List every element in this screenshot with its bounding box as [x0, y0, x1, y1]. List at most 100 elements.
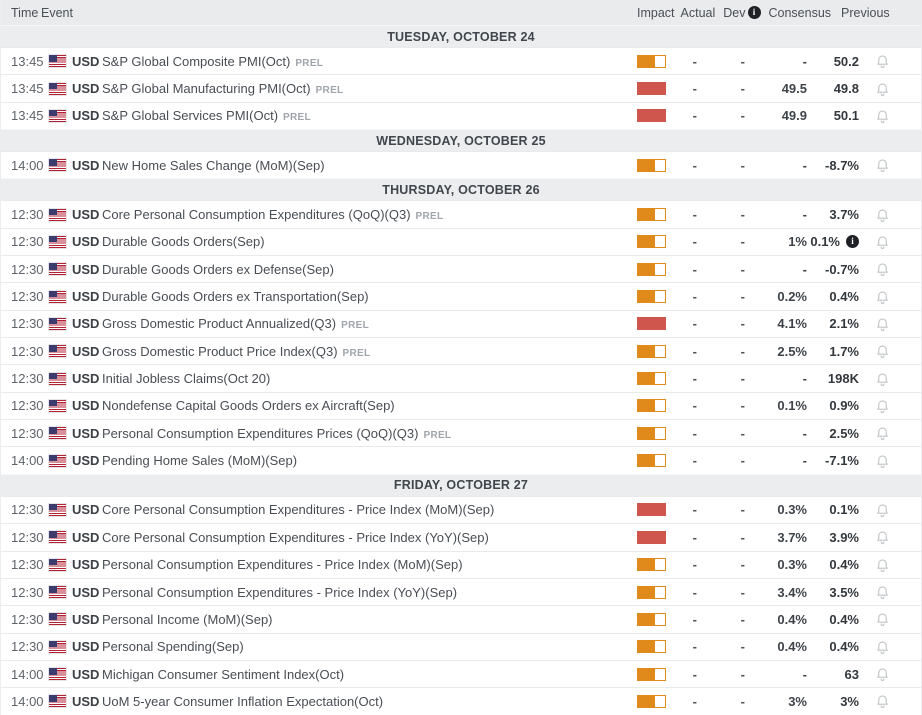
- actual-value: -: [667, 344, 701, 359]
- event-row[interactable]: 13:45 USD S&P Global Manufacturing PMI(O…: [1, 74, 921, 101]
- previous-cell: 50.1: [807, 108, 859, 123]
- consensus-value: 3.7%: [749, 530, 807, 545]
- currency-label: USD: [72, 694, 102, 709]
- notification-bell-button[interactable]: [859, 666, 921, 682]
- notification-bell-button[interactable]: [859, 316, 921, 332]
- actual-value: -: [667, 158, 701, 173]
- event-row[interactable]: 14:00 USD New Home Sales Change (MoM)(Se…: [1, 151, 921, 178]
- notification-bell-button[interactable]: [859, 343, 921, 359]
- notification-bell-button[interactable]: [859, 502, 921, 518]
- notification-bell-button[interactable]: [859, 108, 921, 124]
- notification-bell-button[interactable]: [859, 639, 921, 655]
- notification-bell-button[interactable]: [859, 207, 921, 223]
- impact-cell: [629, 454, 667, 467]
- event-row[interactable]: 12:30 USD Gross Domestic Product Price I…: [1, 337, 921, 364]
- notification-bell-button[interactable]: [859, 693, 921, 709]
- event-row[interactable]: 12:30 USD Durable Goods Orders ex Transp…: [1, 282, 921, 309]
- impact-indicator-medium: [637, 454, 666, 467]
- impact-indicator-high: [637, 503, 666, 516]
- event-title: Durable Goods Orders(Sep): [102, 234, 629, 249]
- us-flag-icon: [49, 613, 66, 625]
- event-row[interactable]: 12:30 USD Core Personal Consumption Expe…: [1, 523, 921, 550]
- notification-bell-button[interactable]: [859, 157, 921, 173]
- prel-tag: PREL: [343, 348, 371, 359]
- bell-icon: [875, 425, 890, 441]
- previous-value: -0.7%: [825, 262, 859, 277]
- event-title-text: S&P Global Manufacturing PMI(Oct): [102, 81, 311, 96]
- consensus-value: -: [749, 667, 807, 682]
- event-row[interactable]: 12:30 USD Personal Spending(Sep) - - 0.4…: [1, 633, 921, 660]
- event-row[interactable]: 13:45 USD S&P Global Services PMI(Oct)PR…: [1, 102, 921, 129]
- notification-bell-button[interactable]: [859, 425, 921, 441]
- row-values: - - 1% 0.1%i: [629, 234, 921, 250]
- event-row[interactable]: 12:30 USD Durable Goods Orders ex Defens…: [1, 255, 921, 282]
- event-row[interactable]: 12:30 USD Gross Domestic Product Annuali…: [1, 310, 921, 337]
- dev-info-icon[interactable]: i: [748, 6, 761, 19]
- row-values: - - 0.3% 0.1%: [629, 502, 921, 518]
- event-row[interactable]: 13:45 USD S&P Global Composite PMI(Oct)P…: [1, 47, 921, 74]
- event-row[interactable]: 12:30 USD Personal Consumption Expenditu…: [1, 578, 921, 605]
- event-time: 12:30: [1, 234, 49, 249]
- event-time: 13:45: [1, 81, 49, 96]
- us-flag-icon: [49, 55, 66, 67]
- event-title-text: Personal Consumption Expenditures Prices…: [102, 426, 418, 441]
- event-row[interactable]: 12:30 USD Initial Jobless Claims(Oct 20)…: [1, 364, 921, 391]
- bell-icon: [875, 371, 890, 387]
- previous-cell: -8.7%: [807, 158, 859, 173]
- notification-bell-button[interactable]: [859, 584, 921, 600]
- row-values: - - 0.1% 0.9%: [629, 398, 921, 414]
- previous-value: 0.9%: [829, 398, 859, 413]
- bell-icon: [875, 343, 890, 359]
- row-values: - - - 2.5%: [629, 425, 921, 441]
- dev-value: -: [701, 502, 749, 517]
- dev-value: -: [701, 585, 749, 600]
- actual-value: -: [667, 694, 701, 709]
- event-row[interactable]: 12:30 USD Durable Goods Orders(Sep) - - …: [1, 228, 921, 255]
- notification-bell-button[interactable]: [859, 234, 921, 250]
- notification-bell-button[interactable]: [859, 398, 921, 414]
- revision-info-icon[interactable]: i: [846, 235, 859, 248]
- event-title: Personal Spending(Sep): [102, 639, 629, 654]
- us-flag-icon: [49, 373, 66, 385]
- notification-bell-button[interactable]: [859, 453, 921, 469]
- event-title-text: Nondefense Capital Goods Orders ex Aircr…: [102, 398, 395, 413]
- notification-bell-button[interactable]: [859, 81, 921, 97]
- event-title: Gross Domestic Product Annualized(Q3)PRE…: [102, 316, 629, 331]
- impact-indicator-medium: [637, 208, 666, 221]
- previous-value: 50.1: [834, 108, 859, 123]
- us-flag-icon: [49, 236, 66, 248]
- notification-bell-button[interactable]: [859, 611, 921, 627]
- notification-bell-button[interactable]: [859, 53, 921, 69]
- previous-value: 0.4%: [829, 639, 859, 654]
- impact-cell: [629, 372, 667, 385]
- event-row[interactable]: 12:30 USD Personal Consumption Expenditu…: [1, 551, 921, 578]
- event-row[interactable]: 12:30 USD Core Personal Consumption Expe…: [1, 496, 921, 523]
- event-row[interactable]: 14:00 USD UoM 5-year Consumer Inflation …: [1, 687, 921, 714]
- event-time: 12:30: [1, 289, 49, 304]
- event-row[interactable]: 12:30 USD Core Personal Consumption Expe…: [1, 200, 921, 227]
- consensus-value: 49.9: [749, 108, 807, 123]
- event-row[interactable]: 14:00 USD Michigan Consumer Sentiment In…: [1, 660, 921, 687]
- previous-cell: 3.9%: [807, 530, 859, 545]
- notification-bell-button[interactable]: [859, 371, 921, 387]
- event-row[interactable]: 12:30 USD Nondefense Capital Goods Order…: [1, 392, 921, 419]
- row-values: - - 3.7% 3.9%: [629, 529, 921, 545]
- date-separator-label: TUESDAY, OCTOBER 24: [387, 30, 535, 44]
- notification-bell-button[interactable]: [859, 261, 921, 277]
- event-title: Pending Home Sales (MoM)(Sep): [102, 453, 629, 468]
- row-values: - - - 63: [629, 666, 921, 682]
- currency-label: USD: [72, 289, 102, 304]
- event-time: 12:30: [1, 426, 49, 441]
- notification-bell-button[interactable]: [859, 529, 921, 545]
- impact-cell: [629, 503, 667, 516]
- event-row[interactable]: 12:30 USD Personal Consumption Expenditu…: [1, 419, 921, 446]
- event-row[interactable]: 12:30 USD Personal Income (MoM)(Sep) - -…: [1, 605, 921, 632]
- event-time: 14:00: [1, 694, 49, 709]
- event-row[interactable]: 14:00 USD Pending Home Sales (MoM)(Sep) …: [1, 446, 921, 473]
- prel-tag: PREL: [283, 112, 311, 123]
- col-header-actual: Actual: [681, 6, 716, 20]
- previous-cell: 50.2: [807, 54, 859, 69]
- notification-bell-button[interactable]: [859, 289, 921, 305]
- row-values: - - 3.4% 3.5%: [629, 584, 921, 600]
- notification-bell-button[interactable]: [859, 557, 921, 573]
